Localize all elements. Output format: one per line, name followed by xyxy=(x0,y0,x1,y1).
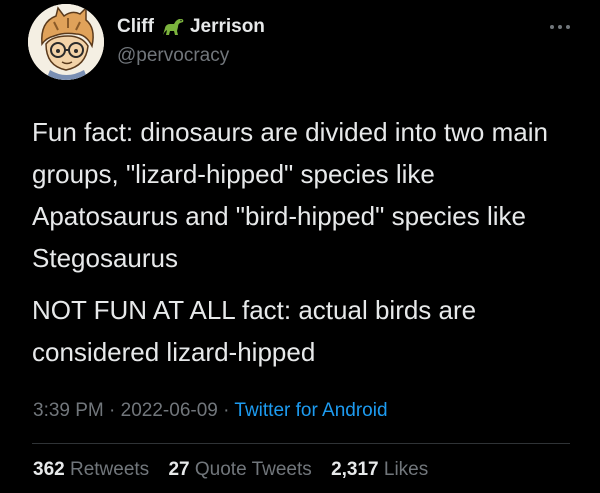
more-dot xyxy=(558,25,562,29)
more-options-icon[interactable] xyxy=(547,22,573,32)
author-name[interactable]: Cliff Jerrison xyxy=(117,16,265,38)
divider xyxy=(32,443,570,444)
tweet-date[interactable]: 2022-06-09 xyxy=(121,400,218,421)
retweets-stat[interactable]: 362 Retweets xyxy=(33,459,154,480)
likes-count: 2,317 xyxy=(331,459,379,480)
tweet-paragraph-2: NOT FUN AT ALL fact: actual birds are co… xyxy=(32,295,477,367)
more-dot xyxy=(566,25,570,29)
quote-tweets-stat[interactable]: 27 Quote Tweets xyxy=(168,459,317,480)
tweet-source-link[interactable]: Twitter for Android xyxy=(234,400,387,421)
tweet: Cliff Jerrison @pervocracy Fun fact: din… xyxy=(0,0,600,493)
meta-separator: · xyxy=(109,400,116,421)
dinosaur-icon xyxy=(160,16,186,38)
author-first-name: Cliff xyxy=(117,16,154,37)
quote-tweets-label: Quote Tweets xyxy=(194,459,312,480)
likes-label: Likes xyxy=(383,459,429,480)
author-last-name: Jerrison xyxy=(189,16,265,37)
likes-stat[interactable]: 2,317 Likes xyxy=(331,459,428,480)
more-dot xyxy=(550,25,554,29)
meta-separator: · xyxy=(223,400,230,421)
cartoon-cat-avatar-icon xyxy=(28,4,104,80)
tweet-time[interactable]: 3:39 PM xyxy=(33,400,104,421)
retweets-count: 362 xyxy=(33,459,65,480)
tweet-meta: 3:39 PM · 2022-06-09 · Twitter for Andro… xyxy=(33,400,388,422)
tweet-stats: 362 Retweets 27 Quote Tweets 2,317 Likes xyxy=(33,459,442,481)
tweet-paragraph-1: Fun fact: dinosaurs are divided into two… xyxy=(32,117,548,273)
avatar[interactable] xyxy=(28,4,104,80)
retweets-label: Retweets xyxy=(69,459,150,480)
author-handle[interactable]: @pervocracy xyxy=(117,45,229,67)
tweet-text: Fun fact: dinosaurs are divided into two… xyxy=(32,111,580,373)
quote-tweets-count: 27 xyxy=(168,459,190,480)
